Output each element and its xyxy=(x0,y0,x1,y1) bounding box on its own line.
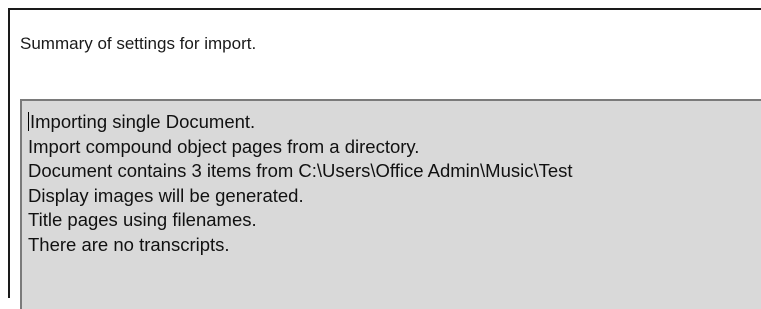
summary-textbox[interactable]: Importing single Document. Import compou… xyxy=(20,99,761,309)
summary-line-2: Import compound object pages from a dire… xyxy=(28,135,420,157)
summary-heading: Summary of settings for import. xyxy=(20,34,257,53)
summary-line-1-text: Importing single Document. xyxy=(30,111,256,132)
text-cursor xyxy=(28,112,29,131)
summary-line-3: Document contains 3 items from C:\Users\… xyxy=(28,160,573,181)
summary-line-5: Title pages using filenames. xyxy=(28,209,257,230)
summary-line-1: Importing single Document. xyxy=(28,110,761,135)
import-wizard-panel: Summary of settings for import. Importin… xyxy=(8,8,761,309)
summary-line-6: There are no transcripts. xyxy=(28,233,230,255)
summary-line-4: Display images will be generated. xyxy=(28,184,304,206)
